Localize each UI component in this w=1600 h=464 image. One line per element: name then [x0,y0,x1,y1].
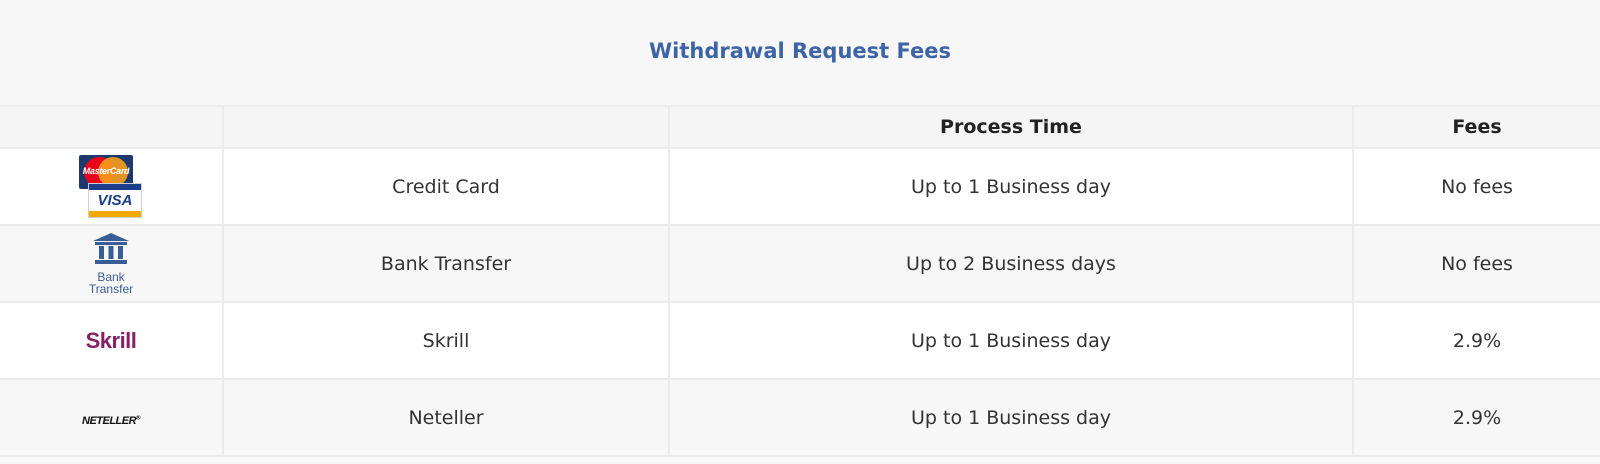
page-title: Withdrawal Request Fees [649,38,951,63]
credit-card-logo: MasterCard VISA [79,154,143,219]
table-row: MasterCard VISA Credit Card Up to 1 Busi… [0,147,1600,226]
header-logo [0,105,224,149]
table-row: Skrill Skrill Up to 1 Business day 2.9% [0,301,1600,380]
header-fees: Fees [1352,105,1600,149]
neteller-logo: NETELLER® [82,414,140,427]
method-cell: Credit Card [222,147,670,226]
logo-cell: NETELLER® [0,378,224,457]
skrill-logo: Skrill [85,327,137,353]
method-cell: Neteller [222,378,670,457]
logo-cell: Skrill [0,301,224,380]
header-process-time: Process Time [668,105,1354,149]
table-header-row: Process Time Fees [0,105,1600,149]
title-band: Withdrawal Request Fees [0,0,1600,105]
process-time-cell: Up to 1 Business day [668,378,1354,457]
bank-transfer-logo: Bank Transfer [81,232,141,295]
bank-icon [93,233,129,264]
method-cell: Skrill [222,301,670,380]
fees-table: Process Time Fees MasterCard VISA Credit… [0,105,1600,457]
process-time-cell: Up to 1 Business day [668,301,1354,380]
header-method [222,105,670,149]
method-cell: Bank Transfer [222,224,670,303]
table-row: Bank Transfer Bank Transfer Up to 2 Busi… [0,224,1600,303]
process-time-cell: Up to 2 Business days [668,224,1354,303]
logo-cell: Bank Transfer [0,224,224,303]
withdrawal-fees-page: Withdrawal Request Fees Process Time Fee… [0,0,1600,464]
fees-cell: No fees [1352,147,1600,226]
visa-icon: VISA [88,182,142,218]
fees-cell: 2.9% [1352,378,1600,457]
logo-cell: MasterCard VISA [0,147,224,226]
table-row: NETELLER® Neteller Up to 1 Business day … [0,378,1600,457]
fees-cell: 2.9% [1352,301,1600,380]
fees-cell: No fees [1352,224,1600,303]
process-time-cell: Up to 1 Business day [668,147,1354,226]
